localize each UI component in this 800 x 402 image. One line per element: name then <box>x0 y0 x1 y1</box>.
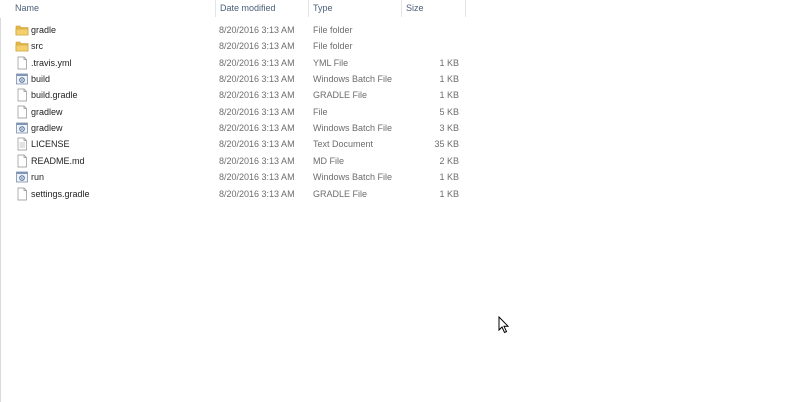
file-size: 2 KB <box>439 155 459 166</box>
file-size: 1 KB <box>439 57 459 68</box>
file-row[interactable]: gradle 8/20/2016 3:13 AM File folder <box>0 22 466 38</box>
file-name: gradlew <box>31 123 63 134</box>
column-header-size[interactable]: Size <box>402 0 466 17</box>
file-name: gradlew <box>31 106 63 117</box>
file-size <box>405 38 459 54</box>
file-name: README.md <box>31 155 85 166</box>
file-type: GRADLE File <box>313 188 368 199</box>
file-size <box>405 22 459 38</box>
file-icon <box>15 154 29 168</box>
batch-file-icon <box>15 170 29 184</box>
file-name: .travis.yml <box>31 57 72 68</box>
column-header-date-modified[interactable]: Date modified <box>216 0 309 17</box>
file-name: gradle <box>31 25 57 35</box>
file-type: MD File <box>313 155 344 166</box>
folder-icon <box>15 23 29 37</box>
file-size: 5 KB <box>439 106 459 117</box>
file-type: Text Document <box>313 139 374 150</box>
file-type: File folder <box>313 41 353 52</box>
file-size: 1 KB <box>439 188 459 199</box>
column-header-size-label: Size <box>406 3 424 13</box>
file-date-modified: 8/20/2016 3:13 AM <box>219 74 295 85</box>
file-name: run <box>31 172 45 183</box>
file-date-modified: 8/20/2016 3:13 AM <box>219 188 295 199</box>
file-type: Windows Batch File <box>313 74 393 85</box>
file-icon <box>15 56 29 70</box>
file-type: File folder <box>313 25 353 35</box>
file-date-modified: 8/20/2016 3:13 AM <box>219 106 295 117</box>
file-size: 1 KB <box>439 90 459 101</box>
file-name: src <box>31 41 43 52</box>
column-header-type[interactable]: Type <box>309 0 402 17</box>
mouse-cursor-icon <box>498 316 510 334</box>
file-icon <box>15 105 29 119</box>
file-size: 3 KB <box>439 123 459 134</box>
column-header-type-label: Type <box>313 3 333 13</box>
file-type: YML File <box>313 57 349 68</box>
file-icon <box>15 88 29 102</box>
text-file-icon <box>15 137 29 151</box>
file-date-modified: 8/20/2016 3:13 AM <box>219 123 295 134</box>
file-date-modified: 8/20/2016 3:13 AM <box>219 41 295 52</box>
file-row[interactable]: src 8/20/2016 3:13 AM File folder <box>0 38 466 54</box>
file-date-modified: 8/20/2016 3:13 AM <box>219 57 295 68</box>
column-header-name-label: Name <box>15 3 40 13</box>
file-icon <box>15 187 29 201</box>
file-row[interactable]: README.md 8/20/2016 3:13 AM MD File 2 KB <box>0 153 466 169</box>
column-header-name[interactable]: Name <box>11 0 216 17</box>
file-type: File <box>313 106 328 117</box>
file-date-modified: 8/20/2016 3:13 AM <box>219 155 295 166</box>
file-date-modified: 8/20/2016 3:13 AM <box>219 90 295 101</box>
column-header-date-label: Date modified <box>220 3 276 13</box>
file-row[interactable]: LICENSE 8/20/2016 3:13 AM Text Document 35 … <box>0 136 466 152</box>
file-row[interactable]: gradlew 8/20/2016 3:13 AM File 5 KB <box>0 104 466 120</box>
file-type: Windows Batch File <box>313 123 393 134</box>
file-name: settings.gradle <box>31 188 90 199</box>
file-row[interactable]: run 8/20/2016 3:13 AM Windows Batch File 1 … <box>0 169 466 185</box>
file-date-modified: 8/20/2016 3:13 AM <box>219 172 295 183</box>
file-name: LICENSE <box>31 139 70 150</box>
file-type: Windows Batch File <box>313 172 393 183</box>
file-row[interactable]: gradlew 8/20/2016 3:13 AM Windows Batch Fi… <box>0 120 466 136</box>
file-row[interactable]: settings.gradle 8/20/2016 3:13 AM GRADLE F… <box>0 186 466 202</box>
batch-file-icon <box>15 121 29 135</box>
column-header-bar: ˆ Name Date modified Type Size <box>0 0 466 18</box>
file-date-modified: 8/20/2016 3:13 AM <box>219 25 295 35</box>
folder-icon <box>15 39 29 53</box>
file-size: 1 KB <box>439 74 459 85</box>
file-name: build <box>31 74 51 85</box>
file-date-modified: 8/20/2016 3:13 AM <box>219 139 295 150</box>
file-size: 35 KB <box>434 139 459 150</box>
file-row[interactable]: build.gradle 8/20/2016 3:13 AM GRADLE File… <box>0 87 466 103</box>
file-name: build.gradle <box>31 90 78 101</box>
batch-file-icon <box>15 72 29 86</box>
file-row[interactable]: build 8/20/2016 3:13 AM Windows Batch File… <box>0 71 466 87</box>
file-size: 1 KB <box>439 172 459 183</box>
file-type: GRADLE File <box>313 90 368 101</box>
file-row[interactable]: .travis.yml 8/20/2016 3:13 AM YML File 1 KB <box>0 55 466 71</box>
